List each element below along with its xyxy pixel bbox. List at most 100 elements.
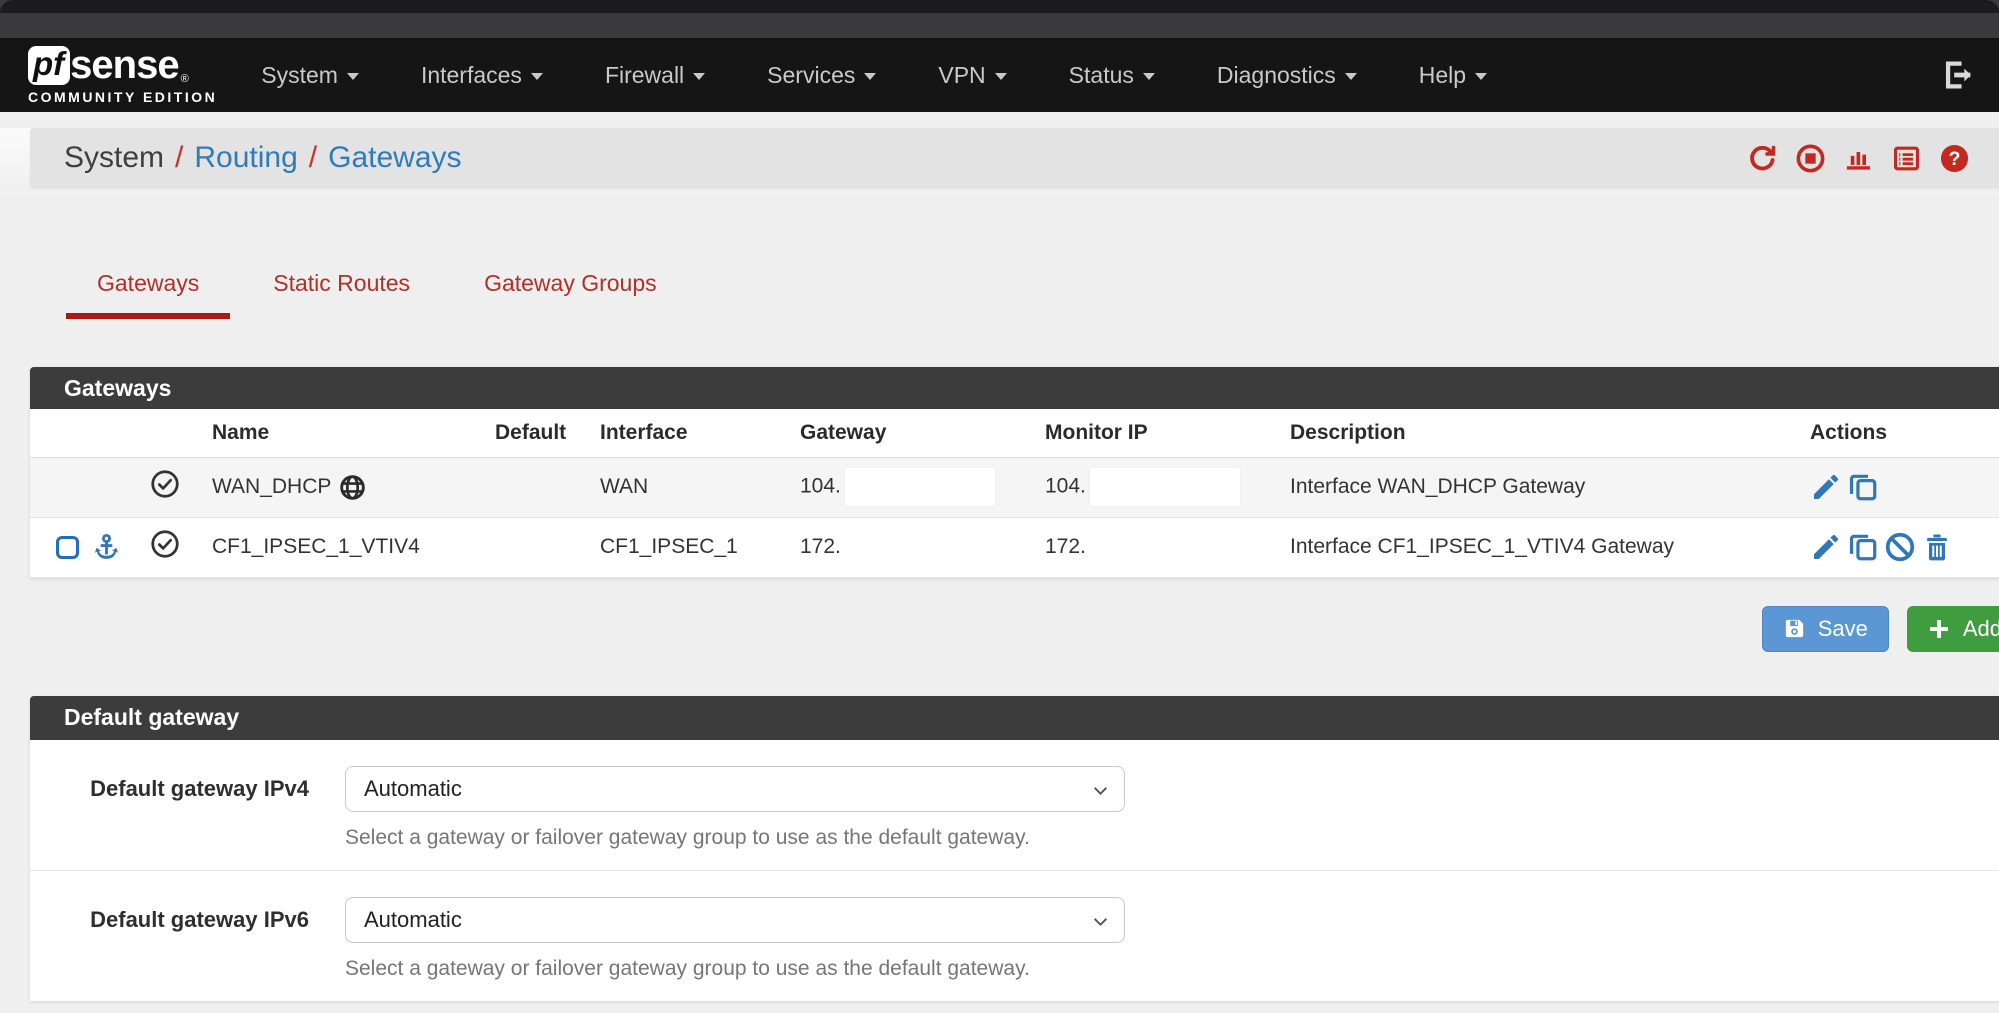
gateway-status-cell [150, 517, 212, 577]
gateway-status-cell [150, 457, 212, 517]
logo-pf: pf [28, 46, 70, 85]
pfsense-logo[interactable]: pfsense® COMMUNITY EDITION [28, 45, 217, 105]
gateways-panel-title: Gateways [30, 367, 1999, 409]
caret-down-icon [531, 73, 543, 80]
svg-text:?: ? [1949, 148, 1961, 170]
menu-interfaces[interactable]: Interfaces [421, 62, 543, 89]
status-chart-icon[interactable] [1843, 143, 1874, 174]
row-select-checkbox[interactable] [56, 536, 79, 559]
col-default: Default [495, 409, 600, 457]
menu-help[interactable]: Help [1419, 62, 1487, 89]
default-gateway-panel-title: Default gateway [30, 696, 1999, 740]
gateway-description: Interface CF1_IPSEC_1_VTIV4 Gateway [1290, 517, 1810, 577]
default-gateway-ipv4-row: Default gateway IPv4 Automatic Select a … [30, 740, 1999, 871]
stop-icon[interactable] [1795, 143, 1826, 174]
logo-edition: COMMUNITY EDITION [28, 89, 217, 105]
caret-down-icon [995, 73, 1007, 80]
nav-menu: System Interfaces Firewall Services VPN … [261, 62, 1941, 89]
monitor-ip: 172. [1045, 535, 1086, 558]
copy-icon[interactable] [1847, 531, 1879, 563]
caret-down-icon [1143, 73, 1155, 80]
gateway-name: WAN_DHCP [212, 475, 331, 499]
col-description: Description [1290, 409, 1810, 457]
gateway-default [495, 457, 600, 517]
logo-sense: sense [70, 45, 178, 85]
default-gateway-ipv4-label: Default gateway IPv4 [30, 766, 345, 850]
col-monitor-ip: Monitor IP [1045, 409, 1290, 457]
table-row: CF1_IPSEC_1_VTIV4 CF1_IPSEC_1 172. 172. … [30, 517, 1999, 577]
table-actions: Save Add [30, 606, 1999, 652]
caret-down-icon [1345, 73, 1357, 80]
save-floppy-icon [1783, 617, 1806, 640]
tab-gateways[interactable]: Gateways [66, 270, 230, 319]
window-chrome [0, 0, 1999, 38]
breadcrumb-routing-link[interactable]: Routing [194, 141, 297, 175]
chevron-down-icon [1092, 913, 1109, 930]
chevron-down-icon [1092, 782, 1109, 799]
window-strip [0, 13, 1999, 38]
breadcrumb-separator: / [175, 141, 183, 175]
breadcrumb-separator: / [309, 141, 317, 175]
gateway-default [495, 517, 600, 577]
edit-icon[interactable] [1810, 471, 1842, 503]
breadcrumb: System / Routing / Gateways [30, 128, 1999, 188]
menu-diagnostics[interactable]: Diagnostics [1217, 62, 1357, 89]
logo-registered-mark: ® [181, 73, 189, 85]
plus-icon [1927, 617, 1951, 641]
menu-vpn[interactable]: VPN [938, 62, 1006, 89]
refresh-icon[interactable] [1747, 143, 1778, 174]
disable-icon[interactable] [1884, 531, 1916, 563]
tab-static-routes[interactable]: Static Routes [242, 270, 441, 319]
caret-down-icon [1475, 73, 1487, 80]
table-header-row: Name Default Interface Gateway Monitor I… [30, 409, 1999, 457]
anchor-icon[interactable] [91, 532, 122, 563]
help-icon[interactable]: ? [1939, 143, 1970, 174]
gateway-address: 104. [800, 475, 841, 498]
page-content: System / Routing / Gateways [0, 128, 1999, 1013]
add-button[interactable]: Add [1907, 606, 1999, 652]
edit-icon[interactable] [1810, 531, 1842, 563]
gateways-panel: Gateways Name Default Interface Gateway … [30, 367, 1999, 578]
save-button[interactable]: Save [1762, 606, 1889, 652]
window-top-edge [0, 0, 1999, 13]
monitor-ip: 104. [1045, 475, 1086, 498]
default-gateway-panel: Default gateway Default gateway IPv4 Aut… [30, 696, 1999, 1001]
default-gateway-ipv4-help: Select a gateway or failover gateway gro… [345, 826, 1999, 850]
col-interface: Interface [600, 409, 800, 457]
gateway-name: CF1_IPSEC_1_VTIV4 [212, 535, 420, 558]
default-gateway-ipv6-select[interactable]: Automatic [345, 897, 1125, 943]
delete-icon[interactable] [1921, 531, 1953, 563]
page-toolbar: ? [1747, 143, 1970, 174]
gateway-interface: CF1_IPSEC_1 [600, 517, 800, 577]
gateway-interface: WAN [600, 457, 800, 517]
enabled-check-circle-icon [150, 469, 180, 499]
caret-down-icon [864, 73, 876, 80]
gateway-address: 172. [800, 535, 841, 558]
redacted-value [845, 468, 995, 506]
breadcrumb-gateways-link[interactable]: Gateways [328, 141, 461, 175]
default-gateway-ipv4-select[interactable]: Automatic [345, 766, 1125, 812]
gateway-description: Interface WAN_DHCP Gateway [1290, 457, 1810, 517]
enabled-check-circle-icon [150, 529, 180, 559]
copy-icon[interactable] [1847, 471, 1879, 503]
caret-down-icon [693, 73, 705, 80]
log-icon[interactable] [1891, 143, 1922, 174]
top-navbar: pfsense® COMMUNITY EDITION System Interf… [0, 38, 1999, 112]
logout-icon[interactable] [1941, 58, 1975, 92]
col-name: Name [212, 409, 495, 457]
default-gateway-ipv6-row: Default gateway IPv6 Automatic Select a … [30, 871, 1999, 1001]
tab-bar: Gateways Static Routes Gateway Groups [66, 270, 1999, 319]
gateways-table: Name Default Interface Gateway Monitor I… [30, 409, 1999, 578]
col-gateway: Gateway [800, 409, 1045, 457]
menu-status[interactable]: Status [1069, 62, 1155, 89]
col-actions: Actions [1810, 409, 1999, 457]
menu-services[interactable]: Services [767, 62, 876, 89]
default-gateway-globe-icon [339, 474, 366, 501]
menu-system[interactable]: System [261, 62, 359, 89]
default-gateway-ipv6-help: Select a gateway or failover gateway gro… [345, 957, 1999, 981]
table-row: WAN_DHCP WAN 104. 104. [30, 457, 1999, 517]
breadcrumb-system: System [64, 141, 164, 175]
caret-down-icon [347, 73, 359, 80]
tab-gateway-groups[interactable]: Gateway Groups [453, 270, 688, 319]
menu-firewall[interactable]: Firewall [605, 62, 705, 89]
